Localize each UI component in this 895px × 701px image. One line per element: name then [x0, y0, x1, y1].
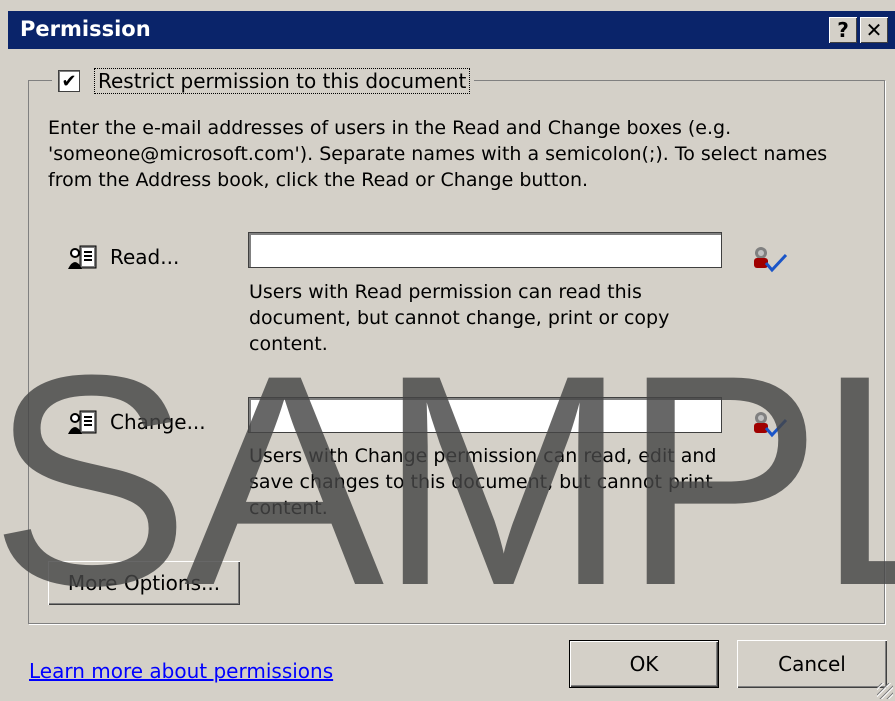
restrict-permission-checkbox[interactable]: ✔	[58, 70, 80, 92]
address-book-icon[interactable]	[66, 243, 98, 271]
read-input[interactable]	[248, 232, 722, 268]
address-book-icon[interactable]	[66, 408, 98, 436]
title-bar[interactable]: Permission ? ✕	[8, 11, 895, 49]
restrict-permission-option[interactable]: ✔ Restrict permission to this document	[52, 66, 475, 96]
restrict-permission-label[interactable]: Restrict permission to this document	[94, 68, 471, 94]
check-names-icon[interactable]	[752, 410, 788, 438]
resize-grip[interactable]	[877, 683, 893, 699]
permission-dialog: Permission ? ✕ ✔ Restrict permission to …	[0, 0, 895, 701]
read-description: Users with Read permission can read this…	[249, 281, 670, 355]
checkbox-check-icon: ✔	[61, 70, 77, 92]
ok-button[interactable]: OK	[569, 640, 719, 688]
change-description: Users with Change permission can read, e…	[249, 445, 717, 519]
change-input[interactable]	[248, 397, 722, 433]
cancel-button[interactable]: Cancel	[737, 640, 887, 688]
close-button[interactable]: ✕	[860, 17, 888, 43]
check-names-icon[interactable]	[752, 245, 788, 273]
window-title: Permission	[20, 17, 151, 41]
more-options-button[interactable]: More Options...	[48, 561, 240, 605]
help-button[interactable]: ?	[829, 17, 857, 43]
instructions-text: Enter the e-mail addresses of users in t…	[48, 117, 828, 191]
change-button[interactable]: Change...	[110, 410, 206, 434]
read-button[interactable]: Read...	[110, 245, 179, 269]
learn-more-link[interactable]: Learn more about permissions	[29, 659, 333, 683]
